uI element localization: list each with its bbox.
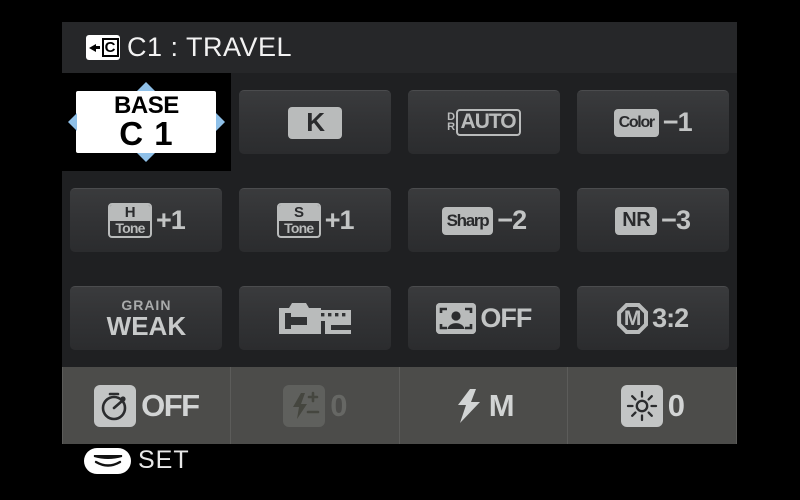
dr-label: D R [447,111,455,134]
film-cartridge-icon [277,299,353,339]
face-detect-icon [436,303,477,334]
tile-dynamic-range[interactable]: D R AUTO [407,90,560,154]
image-size-value: 3:2 [652,303,689,333]
tone-word: Tone [115,219,145,236]
c1-label: C 1 [119,114,174,152]
noise-reduction-badge: NR [615,206,658,235]
strip-item-self-timer[interactable]: OFF [62,367,231,444]
tile-film-simulation[interactable] [239,286,392,350]
nav-up-arrow-icon [137,82,156,91]
tile-grain-effect[interactable]: GRAIN WEAK [70,286,223,350]
header-bar: C C1 : TRAVEL [62,22,737,73]
tile-sharpness[interactable]: Sharp −2 [407,188,560,252]
color-badge: Color [613,108,659,137]
page-title: C1 : TRAVEL [127,32,293,62]
strip-item-flash-compensation[interactable]: 0 [231,367,400,444]
kelvin-badge: K [288,106,343,139]
c-glyph: C [101,38,119,57]
strip-item-screen-brightness[interactable]: 0 [568,367,737,444]
strip-item-flash-mode[interactable]: M [400,367,569,444]
image-size-letter: M [621,307,645,330]
flash-compensation-icon [283,384,326,427]
grain-value: WEAK [106,311,187,341]
arrow-tail [95,46,100,49]
grid-cell-color[interactable]: Color −1 [568,73,737,171]
footer-bar: SET [62,444,737,477]
grid-cell-base-c1[interactable]: BASE C 1 [62,73,231,171]
image-size-badge: M [617,303,649,334]
flash-mode-value: M [488,387,515,423]
screen-brightness-value: 0 [667,387,685,423]
grain-label: GRAIN [121,297,172,313]
grid-cell-dynamic-range[interactable]: D R AUTO [400,73,569,171]
back-to-c-icon: C [86,35,120,60]
self-timer-icon [94,384,137,427]
grid-cell-film-simulation[interactable] [231,269,400,367]
dr-letter-r: R [447,121,455,134]
tile-color[interactable]: Color −1 [576,90,729,154]
nav-down-arrow-icon [137,153,156,162]
tile-face-detection[interactable]: OFF [407,286,560,350]
camera-quick-menu-screen: C C1 : TRAVEL BASE C 1 K D R AUTO Color … [0,0,800,500]
nav-right-arrow-icon [215,113,225,131]
tile-noise-reduction[interactable]: NR −3 [576,188,729,252]
tile-highlight-tone[interactable]: H Tone +1 [70,188,223,252]
grain-group: GRAIN WEAK [107,298,186,339]
left-arrow-icon [88,43,96,52]
highlight-tone-badge: H Tone [107,202,152,239]
sharpness-badge: Sharp [441,206,494,235]
grid-cell-white-balance[interactable]: K [231,73,400,171]
grid-cell-sharpness[interactable]: Sharp −2 [400,171,569,269]
tone-word: Tone [284,219,314,236]
tile-white-balance[interactable]: K [239,90,392,154]
sun-icon [620,384,663,427]
tile-image-size[interactable]: M 3:2 [576,286,729,350]
flash-compensation-value: 0 [330,387,347,423]
tone-letter: H [109,204,150,221]
command-dial-icon [84,447,131,474]
quick-menu-panel: C C1 : TRAVEL BASE C 1 K D R AUTO Color … [62,22,737,477]
highlight-tone-value: +1 [155,205,186,235]
set-label: SET [138,446,190,474]
shadow-tone-value: +1 [324,205,355,235]
flash-bolt-icon [454,387,484,425]
dr-auto-group: D R AUTO [447,109,521,136]
bottom-settings-strip: OFF 0 M 0 [62,367,737,444]
grid-cell-grain-effect[interactable]: GRAIN WEAK [62,269,231,367]
tone-letter: S [278,204,319,221]
nav-left-arrow-icon [68,113,77,131]
grid-cell-image-size[interactable]: M 3:2 [568,269,737,367]
color-value: −1 [662,107,693,137]
noise-reduction-value: −3 [661,205,691,235]
grid-cell-shadow-tone[interactable]: S Tone +1 [231,171,400,269]
face-detection-value: OFF [480,303,532,333]
grid-cell-highlight-tone[interactable]: H Tone +1 [62,171,231,269]
dr-value: AUTO [455,109,521,136]
grid-cell-face-detection[interactable]: OFF [400,269,569,367]
tile-base-c1[interactable]: BASE C 1 [76,91,217,153]
self-timer-value: OFF [141,387,200,423]
shadow-tone-badge: S Tone [276,202,321,239]
grid-cell-noise-reduction[interactable]: NR −3 [568,171,737,269]
sharpness-value: −2 [497,205,527,235]
tile-shadow-tone[interactable]: S Tone +1 [239,188,392,252]
settings-grid: BASE C 1 K D R AUTO Color −1 H Tone +1 S… [62,73,737,367]
